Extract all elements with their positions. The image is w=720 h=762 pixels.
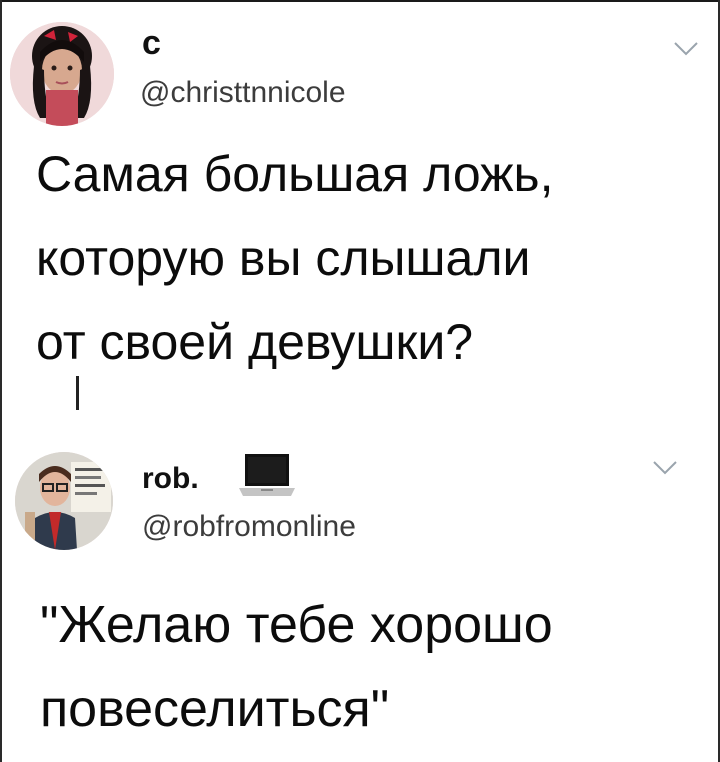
profile-photo-icon [10,22,114,126]
chevron-down-icon[interactable] [673,40,699,58]
profile-photo-icon [15,452,113,550]
user-handle[interactable]: @christtnnicole [140,78,346,108]
tweet-1: с @christtnnicole Самая большая ложь, ко… [0,0,720,400]
laptop-icon [239,452,295,498]
display-name[interactable]: rob. [142,464,199,494]
tweet-text: Самая большая ложь, которую вы слышали о… [36,146,554,370]
avatar-christtnnicole[interactable] [10,22,114,126]
user-handle[interactable]: @robfromonline [142,512,356,542]
tweet-text: "Желаю тебе хорошо повеселиться" [40,596,553,738]
avatar-robfromonline[interactable] [15,452,113,550]
display-name[interactable]: с [142,26,161,60]
chevron-down-icon[interactable] [652,459,678,477]
